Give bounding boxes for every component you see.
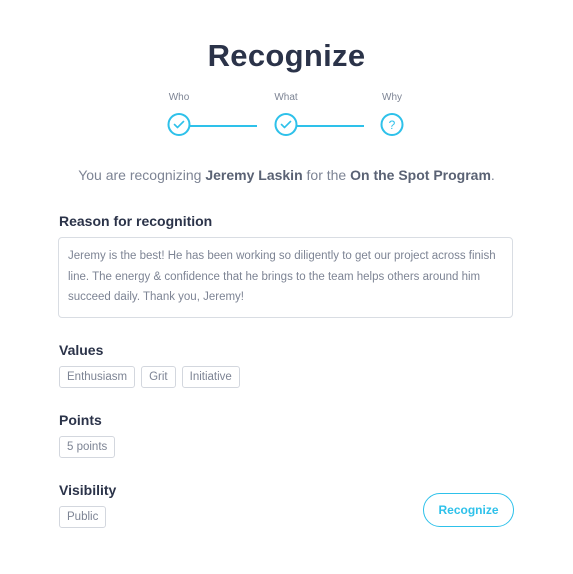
stepper-connector bbox=[286, 125, 364, 127]
progress-stepper: Who What Why ? bbox=[150, 90, 430, 140]
visibility-list: Public bbox=[59, 506, 107, 528]
stepper-connector bbox=[179, 125, 257, 127]
question-icon: ? bbox=[388, 117, 396, 132]
summary-suffix: . bbox=[490, 167, 495, 183]
points-chip[interactable]: 5 points bbox=[59, 436, 116, 458]
visibility-chip[interactable]: Public bbox=[59, 506, 107, 528]
step-what[interactable] bbox=[274, 113, 298, 136]
step-why[interactable]: ? bbox=[380, 113, 404, 136]
values-list: Enthusiasm Grit Initiative bbox=[59, 366, 240, 388]
page-title: Recognize bbox=[207, 38, 366, 73]
recognize-button[interactable]: Recognize bbox=[423, 493, 514, 527]
step-label-who: Who bbox=[168, 92, 190, 103]
points-label: Points bbox=[59, 412, 102, 428]
recipient-name: Jeremy Laskin bbox=[205, 167, 303, 183]
value-chip-enthusiasm[interactable]: Enthusiasm bbox=[59, 366, 136, 388]
step-who[interactable] bbox=[167, 113, 191, 136]
program-name: On the Spot Program bbox=[350, 167, 491, 183]
visibility-label: Visibility bbox=[59, 482, 117, 498]
step-label-why: Why bbox=[382, 92, 402, 103]
values-label: Values bbox=[59, 342, 104, 358]
step-label-what: What bbox=[274, 92, 298, 103]
reason-label: Reason for recognition bbox=[59, 213, 213, 229]
recognition-summary: You are recognizing Jeremy Laskin for th… bbox=[0, 167, 573, 183]
value-chip-grit[interactable]: Grit bbox=[141, 366, 176, 388]
value-chip-initiative[interactable]: Initiative bbox=[181, 366, 240, 388]
summary-middle: for the bbox=[302, 167, 351, 183]
points-list: 5 points bbox=[59, 436, 116, 458]
check-icon bbox=[280, 120, 292, 129]
reason-textarea[interactable]: Jeremy is the best! He has been working … bbox=[58, 237, 513, 318]
summary-prefix: You are recognizing bbox=[78, 167, 206, 183]
check-icon bbox=[173, 120, 185, 129]
